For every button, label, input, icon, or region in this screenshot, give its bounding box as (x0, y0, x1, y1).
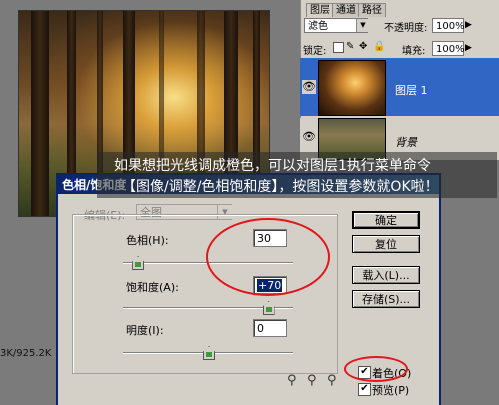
caption-line-2: 【图像/调整/色相饱和度】，按图设置参数就OK啦！ (122, 179, 439, 195)
opacity-input[interactable]: 100% (432, 18, 465, 33)
lock-brush-icon[interactable]: ✎ (346, 42, 355, 52)
chevron-down-icon[interactable]: ▼ (356, 19, 369, 32)
preview-label: 预览(P) (372, 384, 410, 397)
tab-paths[interactable]: 路径 (358, 3, 386, 17)
lightness-label: 明度(I): (126, 324, 164, 337)
fill-input[interactable]: 100% (432, 41, 465, 56)
saturation-label: 饱和度(A): (126, 281, 179, 294)
visibility-eye-icon[interactable]: 👁 (302, 80, 316, 94)
hue-label: 色相(H): (126, 234, 169, 247)
save-button[interactable]: 存储(S)... (352, 290, 420, 308)
layer-thumbnail (318, 60, 386, 116)
opacity-label: 不透明度: (384, 23, 428, 34)
eyedropper-icon[interactable]: ⚲ (287, 373, 301, 389)
annotation-circle-colorize (344, 356, 408, 382)
fill-label: 填充: (402, 46, 426, 57)
visibility-eye-icon[interactable]: 👁 (302, 130, 316, 144)
opacity-slider-arrow-icon[interactable]: ▶ (465, 20, 472, 30)
eyedropper-plus-icon[interactable]: ⚲ (307, 373, 321, 389)
lock-all-icon[interactable]: 🔒 (373, 42, 385, 52)
tab-layers[interactable]: 图层 (306, 3, 334, 17)
layer-name: 背景 (395, 136, 417, 149)
annotation-circle-values (206, 218, 330, 296)
lightness-input[interactable]: 0 (253, 319, 287, 337)
preview-checkbox[interactable]: ✔ (358, 383, 371, 396)
eyedropper-minus-icon[interactable]: ⚲ (327, 373, 341, 389)
lock-transparency-icon[interactable] (333, 42, 344, 53)
caption-line-1: 如果想把光线调成橙色，可以对图层1执行菜单命令 (114, 158, 431, 174)
lock-move-icon[interactable]: ✥ (359, 42, 368, 52)
lock-label: 锁定: (303, 46, 327, 57)
reset-button[interactable]: 复位 (352, 235, 420, 253)
ok-button[interactable]: 确定 (352, 211, 420, 229)
load-button[interactable]: 载入(L)... (352, 266, 420, 284)
fill-slider-arrow-icon[interactable]: ▶ (465, 43, 472, 53)
tab-channels[interactable]: 通道 (332, 3, 360, 17)
status-bar-doc-size: 3K/925.2K (0, 348, 52, 359)
layer-name: 图层 1 (395, 84, 428, 97)
